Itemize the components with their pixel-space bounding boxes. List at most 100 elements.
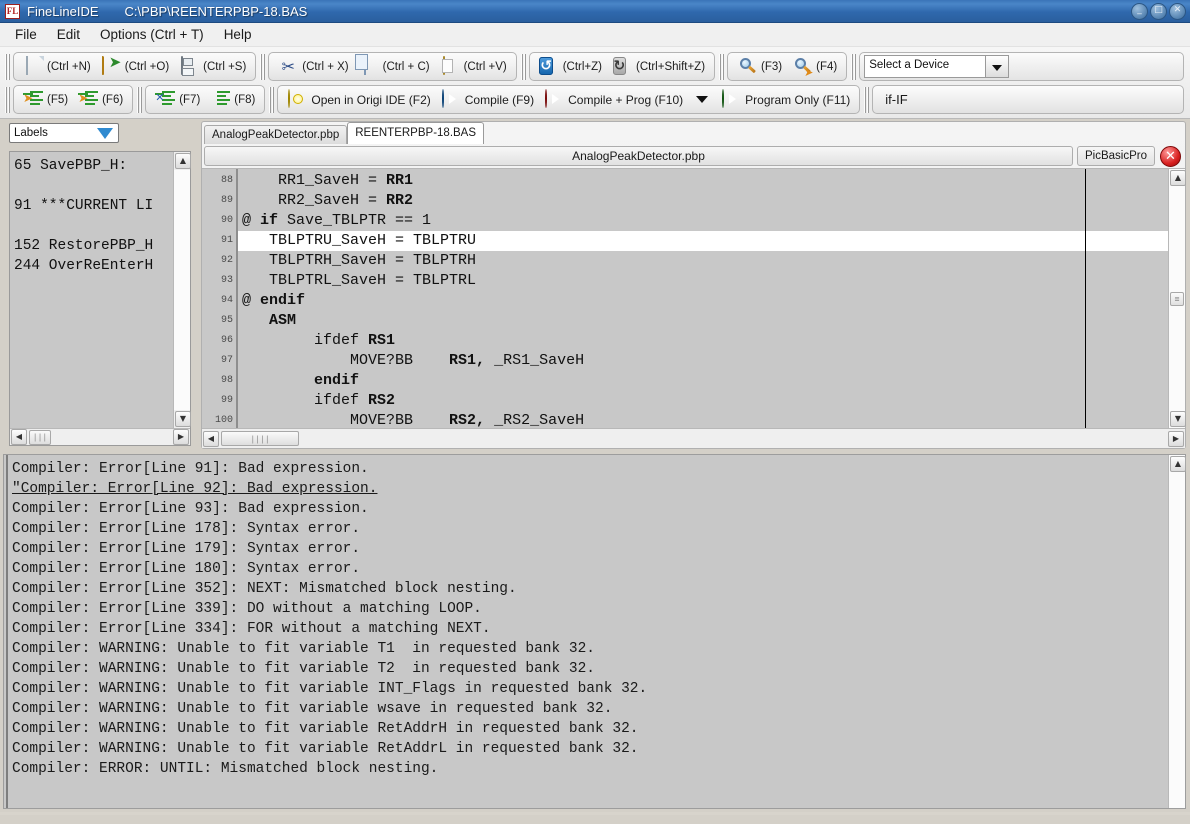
- output-line[interactable]: Compiler: Error[Line 180]: Syntax error.: [12, 559, 1168, 579]
- code-lines[interactable]: RR1_SaveH = RR1 RR2_SaveH = RR2 @ if Sav…: [238, 169, 1168, 428]
- output-line[interactable]: Compiler: WARNING: Unable to fit variabl…: [12, 659, 1168, 679]
- open-file-button[interactable]: ➤ (Ctrl +O): [96, 54, 174, 79]
- editor-scroll-track-upper[interactable]: [1169, 187, 1185, 292]
- editor-scroll-up-button[interactable]: ▲: [1170, 170, 1186, 186]
- chevron-down-icon[interactable]: [985, 56, 1008, 77]
- labels-listbox[interactable]: 65 SavePBP_H: 91 ***CURRENT LI 152 Resto…: [10, 152, 173, 428]
- copy-button[interactable]: (Ctrl + C): [354, 54, 435, 79]
- save-file-button[interactable]: (Ctrl +S): [174, 54, 251, 79]
- close-window-button[interactable]: ✕: [1169, 3, 1186, 20]
- output-line[interactable]: Compiler: Error[Line 352]: NEXT: Mismatc…: [12, 579, 1168, 599]
- editor-scroll-right-button[interactable]: ▶: [1168, 431, 1184, 447]
- dropdown-caret-icon[interactable]: [696, 96, 708, 103]
- toolbar-grip-icon-5[interactable]: [850, 54, 857, 80]
- new-file-button[interactable]: (Ctrl +N): [18, 54, 96, 79]
- find-next-button[interactable]: ➤ (F4): [787, 54, 842, 79]
- toolbar-grip-icon-7[interactable]: [136, 87, 143, 113]
- labels-scroll-track[interactable]: [174, 170, 190, 410]
- tab-analogpeakdetector[interactable]: AnalogPeakDetector.pbp: [204, 125, 347, 144]
- output-line[interactable]: Compiler: WARNING: Unable to fit variabl…: [12, 679, 1168, 699]
- editor-vertical-scrollbar[interactable]: ▲ ≡ ▼: [1168, 169, 1185, 428]
- scroll-down-button[interactable]: ▼: [175, 411, 191, 427]
- indent-left-button[interactable]: ➤ (F6): [73, 87, 128, 112]
- language-button[interactable]: PicBasicPro: [1077, 146, 1155, 166]
- menu-item-file[interactable]: File: [6, 25, 46, 44]
- editor-hscroll-thumb[interactable]: ||||: [221, 431, 299, 446]
- editor-horizontal-scrollbar[interactable]: ◀ |||| ▶: [202, 428, 1185, 448]
- scroll-left-button[interactable]: ◀: [11, 429, 27, 445]
- code-line[interactable]: ASM: [238, 311, 1168, 331]
- undo-button[interactable]: ↺ (Ctrl+Z): [534, 54, 607, 79]
- labels-vertical-scrollbar[interactable]: ▲ ▼: [173, 152, 190, 428]
- code-line[interactable]: ifdef RS2: [238, 391, 1168, 411]
- code-line[interactable]: RR2_SaveH = RR2: [238, 191, 1168, 211]
- menu-item-edit[interactable]: Edit: [48, 25, 89, 44]
- output-line[interactable]: Compiler: WARNING: Unable to fit variabl…: [12, 719, 1168, 739]
- compile-program-button[interactable]: Compile + Prog (F10): [539, 87, 688, 112]
- toolbar-grip-icon-8[interactable]: [268, 87, 275, 113]
- output-line[interactable]: Compiler: Error[Line 179]: Syntax error.: [12, 539, 1168, 559]
- compiler-output-list[interactable]: Compiler: Error[Line 91]: Bad expression…: [6, 455, 1168, 808]
- redo-button[interactable]: ↻ (Ctrl+Shift+Z): [607, 54, 710, 79]
- toolbar-grip-icon-2[interactable]: [259, 54, 266, 80]
- toolbar-grip-icon[interactable]: [4, 54, 11, 80]
- output-line[interactable]: Compiler: Error[Line 178]: Syntax error.: [12, 519, 1168, 539]
- find-button[interactable]: (F3): [732, 54, 787, 79]
- code-line[interactable]: @ if Save_TBLPTR == 1: [238, 211, 1168, 231]
- output-line[interactable]: Compiler: WARNING: Unable to fit variabl…: [12, 699, 1168, 719]
- menu-item-options[interactable]: Options (Ctrl + T): [91, 25, 213, 44]
- code-line[interactable]: ifdef RS1: [238, 331, 1168, 351]
- window-titlebar[interactable]: FL FineLineIDE C:\PBP\REENTERPBP-18.BAS …: [0, 0, 1190, 23]
- paste-button[interactable]: (Ctrl +V): [435, 54, 512, 79]
- code-line[interactable]: RR1_SaveH = RR1: [238, 171, 1168, 191]
- code-line[interactable]: TBLPTRH_SaveH = TBLPTRH: [238, 251, 1168, 271]
- output-line[interactable]: Compiler: Error[Line 339]: DO without a …: [12, 599, 1168, 619]
- minimize-button[interactable]: _: [1131, 3, 1148, 20]
- output-vertical-scrollbar[interactable]: ▲: [1168, 455, 1185, 808]
- output-line-selected[interactable]: "Compiler: Error[Line 92]: Bad expressio…: [12, 479, 1168, 499]
- list-item[interactable]: 244 OverReEnterH: [14, 256, 173, 276]
- list-item[interactable]: 65 SavePBP_H:: [14, 156, 173, 176]
- output-line[interactable]: Compiler: WARNING: Unable to fit variabl…: [12, 639, 1168, 659]
- code-line[interactable]: MOVE?BB RS1, _RS1_SaveH: [238, 351, 1168, 371]
- output-line[interactable]: Compiler: WARNING: Unable to fit variabl…: [12, 739, 1168, 759]
- labels-hscroll-thumb[interactable]: |||: [29, 430, 51, 445]
- scroll-right-button[interactable]: ▶: [173, 429, 189, 445]
- output-line[interactable]: Compiler: ERROR: UNTIL: Mismatched block…: [12, 759, 1168, 779]
- tab-reenterpbp[interactable]: REENTERPBP-18.BAS: [347, 122, 484, 144]
- scroll-up-button[interactable]: ▲: [175, 153, 191, 169]
- output-scroll-up-button[interactable]: ▲: [1170, 456, 1186, 472]
- list-item[interactable]: 91 ***CURRENT LI: [14, 196, 173, 216]
- comment-lines-button[interactable]: ✕ (F7): [150, 87, 205, 112]
- list-item[interactable]: 152 RestorePBP_H: [14, 236, 173, 256]
- status-field[interactable]: if-IF: [872, 85, 1184, 114]
- editor-scroll-left-button[interactable]: ◀: [203, 431, 219, 447]
- editor-path-bar[interactable]: AnalogPeakDetector.pbp: [204, 146, 1073, 166]
- uncomment-lines-button[interactable]: (F8): [205, 87, 260, 112]
- toolbar-grip-icon-3[interactable]: [520, 54, 527, 80]
- code-line[interactable]: MOVE?BB RS2, _RS2_SaveH: [238, 411, 1168, 428]
- device-select[interactable]: Select a Device: [864, 55, 1009, 78]
- labels-selector[interactable]: Labels: [9, 123, 119, 143]
- code-line-current[interactable]: TBLPTRU_SaveH = TBLPTRU: [238, 231, 1168, 251]
- toolbar-grip-icon-9[interactable]: [863, 87, 870, 113]
- output-line[interactable]: Compiler: Error[Line 91]: Bad expression…: [12, 459, 1168, 479]
- output-line[interactable]: Compiler: Error[Line 93]: Bad expression…: [12, 499, 1168, 519]
- program-only-button[interactable]: Program Only (F11): [716, 87, 855, 112]
- code-line[interactable]: TBLPTRL_SaveH = TBLPTRL: [238, 271, 1168, 291]
- indent-right-button[interactable]: ➤ (F5): [18, 87, 73, 112]
- open-origin-ide-button[interactable]: Open in Origi IDE (F2): [282, 87, 435, 112]
- maximize-button[interactable]: □: [1150, 3, 1167, 20]
- labels-horizontal-scrollbar[interactable]: ◀ ||| ▶: [10, 428, 190, 445]
- editor-vscroll-thumb[interactable]: ≡: [1170, 292, 1184, 306]
- code-line[interactable]: endif: [238, 371, 1168, 391]
- code-line[interactable]: @ endif: [238, 291, 1168, 311]
- close-tab-button[interactable]: ✕: [1160, 146, 1181, 167]
- output-scroll-track[interactable]: [1169, 473, 1185, 808]
- cut-button[interactable]: ✂ (Ctrl + X): [273, 54, 353, 79]
- toolbar-grip-icon-4[interactable]: [718, 54, 725, 80]
- diamond-dropdown-icon[interactable]: [97, 128, 113, 139]
- editor-scroll-track-lower[interactable]: [1169, 306, 1185, 411]
- editor-scroll-down-button[interactable]: ▼: [1170, 411, 1186, 427]
- output-line[interactable]: Compiler: Error[Line 334]: FOR without a…: [12, 619, 1168, 639]
